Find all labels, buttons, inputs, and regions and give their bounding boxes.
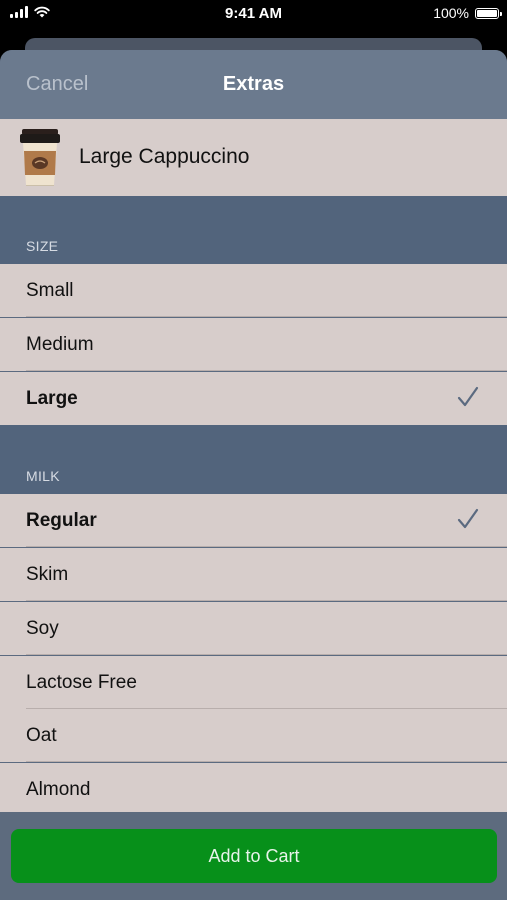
- battery-icon: [475, 7, 502, 19]
- milk-option-skim[interactable]: Skim: [0, 548, 507, 601]
- option-label: Skim: [26, 564, 69, 585]
- milk-option-almond[interactable]: Almond: [0, 763, 507, 812]
- milk-option-soy[interactable]: Soy: [0, 602, 507, 655]
- page-title: Extras: [222, 73, 285, 95]
- divider: [26, 761, 507, 762]
- milk-option-regular[interactable]: Regular: [0, 494, 507, 547]
- navigation-bar: Cancel Extras: [0, 50, 507, 119]
- divider: [26, 546, 507, 547]
- divider: [26, 600, 507, 601]
- size-option-small[interactable]: Small: [0, 264, 507, 317]
- option-label: Soy: [26, 618, 59, 639]
- divider: [26, 654, 507, 655]
- option-label: Large: [26, 388, 78, 409]
- divider: [26, 370, 507, 371]
- product-row: Large Cappuccino: [0, 119, 507, 196]
- size-section-header: SIZE: [0, 196, 507, 264]
- milk-section-label: MILK: [26, 468, 60, 484]
- milk-option-oat[interactable]: Oat: [0, 709, 507, 762]
- size-option-large[interactable]: Large: [0, 372, 507, 425]
- add-to-cart-button[interactable]: Add to Cart: [11, 829, 497, 883]
- milk-section-header: MILK: [0, 425, 507, 494]
- option-label: Lactose Free: [26, 672, 137, 693]
- battery-status: 100%: [433, 5, 502, 21]
- milk-option-lactose-free[interactable]: Lactose Free: [0, 656, 507, 709]
- option-label: Regular: [26, 510, 97, 531]
- status-bar: 9:41 AM 100%: [0, 0, 507, 28]
- footer-bar: Add to Cart: [0, 812, 507, 900]
- coffee-cup-icon: [20, 129, 60, 186]
- checkmark-icon: [457, 508, 479, 529]
- option-label: Oat: [26, 725, 57, 746]
- battery-percentage: 100%: [433, 5, 469, 21]
- checkmark-icon: [457, 386, 479, 407]
- option-label: Medium: [26, 334, 94, 355]
- divider: [26, 316, 507, 317]
- size-option-medium[interactable]: Medium: [0, 318, 507, 371]
- product-name: Large Cappuccino: [79, 145, 250, 168]
- size-section-label: SIZE: [26, 238, 59, 254]
- option-label: Almond: [26, 779, 91, 800]
- extras-sheet: Cancel Extras Large Cappuccino SIZE Smal…: [0, 50, 507, 900]
- status-time: 9:41 AM: [225, 5, 282, 22]
- option-label: Small: [26, 280, 74, 301]
